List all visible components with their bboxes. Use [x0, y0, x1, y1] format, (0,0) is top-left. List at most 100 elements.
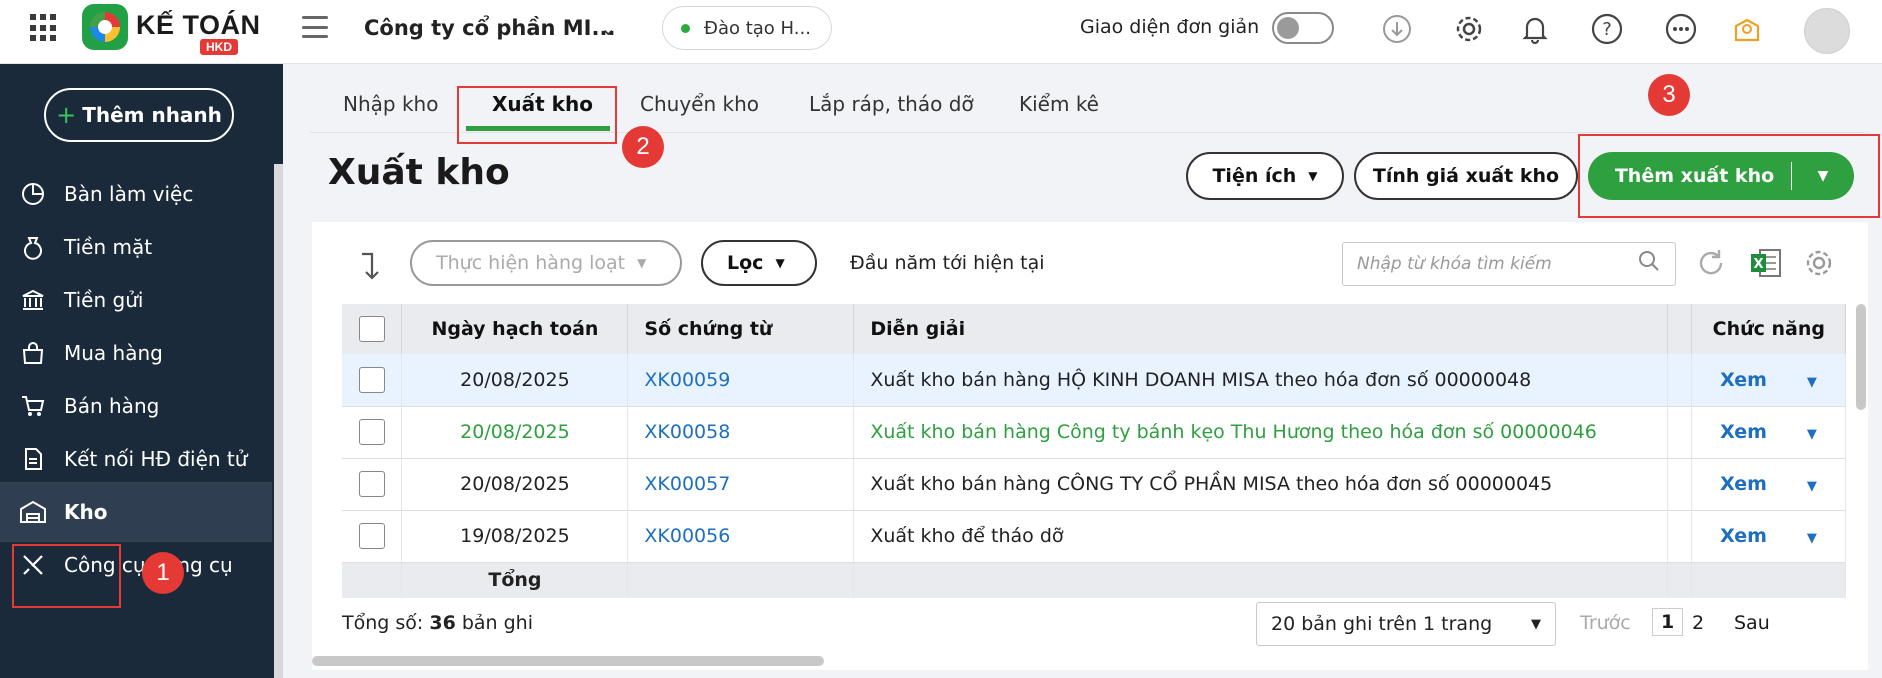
filter-dropdown[interactable]: Lọc ▼ — [701, 240, 817, 286]
dashboard-icon — [18, 179, 48, 209]
more-icon[interactable] — [1664, 12, 1698, 46]
utilities-label: Tiện ích — [1212, 165, 1297, 187]
tab-inventory-count[interactable]: Kiểm kê — [1019, 92, 1099, 116]
sidebar-scrollbar[interactable] — [274, 164, 283, 678]
view-button[interactable]: Xem — [1720, 421, 1767, 443]
row-checkbox[interactable] — [358, 419, 385, 445]
caret-down-icon: ▼ — [775, 256, 785, 270]
cell-doc-link[interactable]: XK00058 — [627, 406, 855, 459]
tab-transfer[interactable]: Chuyển kho — [640, 92, 759, 116]
invoice-icon — [18, 444, 48, 474]
cell-spacer — [1667, 354, 1692, 407]
sidebar-item-dashboard[interactable]: Bàn làm việc — [0, 164, 272, 224]
sidebar-item-sales[interactable]: Bán hàng — [0, 376, 272, 436]
chevron-down-icon[interactable]: ⌄ — [600, 16, 617, 40]
settings-icon[interactable] — [1802, 246, 1836, 287]
view-button[interactable]: Xem — [1720, 369, 1767, 391]
vertical-scrollbar[interactable] — [1856, 304, 1866, 410]
cell-doc-link[interactable]: XK00056 — [627, 510, 855, 563]
bell-icon[interactable] — [1518, 12, 1552, 46]
refresh-icon[interactable] — [1694, 246, 1728, 287]
environment-selector[interactable]: Đào tạo H... — [662, 6, 832, 50]
page-title: Xuất kho — [328, 152, 510, 193]
table-row[interactable]: 20/08/2025 XK00059 Xuất kho bán hàng HỘ … — [342, 354, 1847, 407]
caret-down-icon[interactable]: ▼ — [1807, 375, 1817, 390]
utilities-button[interactable]: Tiện ích ▼ — [1186, 152, 1344, 200]
total-empty-cell — [342, 562, 403, 598]
total-empty-cell — [1667, 562, 1692, 598]
page-2-button[interactable]: 2 — [1692, 612, 1704, 634]
cell-doc-link[interactable]: XK00059 — [627, 354, 855, 407]
lightbulb-icon[interactable] — [1730, 12, 1764, 46]
brand-logo — [82, 4, 128, 50]
page-size-select[interactable]: 20 bản ghi trên 1 trang ▼ — [1256, 602, 1556, 646]
bulk-action-dropdown[interactable]: Thực hiện hàng loạt ▼ — [410, 240, 682, 286]
search-box[interactable]: Nhập từ khóa tìm kiếm — [1342, 242, 1676, 286]
sidebar-item-label: Kết nối HĐ điện tử — [64, 447, 248, 471]
prev-page-button[interactable]: Trước — [1580, 612, 1631, 634]
sidebar-item-cash[interactable]: Tiền mặt — [0, 217, 272, 277]
sidebar-item-label: Tiền mặt — [64, 235, 153, 259]
calc-price-button[interactable]: Tính giá xuất kho — [1354, 152, 1578, 200]
column-header-date[interactable]: Ngày hạch toán — [401, 304, 629, 354]
column-header-function: Chức năng — [1691, 304, 1847, 354]
column-header-doc-no[interactable]: Số chứng từ — [627, 304, 855, 354]
simple-ui-toggle[interactable] — [1272, 12, 1334, 44]
app-grid-icon[interactable] — [30, 14, 58, 42]
tab-stock-in[interactable]: Nhập kho — [343, 92, 438, 116]
cell-actions: Xem ▼ — [1691, 458, 1847, 511]
column-header-description[interactable]: Diễn giải — [853, 304, 1668, 354]
avatar[interactable] — [1804, 8, 1850, 54]
caret-down-icon[interactable]: ▼ — [1807, 427, 1817, 442]
caret-down-icon[interactable]: ▼ — [1807, 479, 1817, 494]
cell-doc-link[interactable]: XK00057 — [627, 458, 855, 511]
shopping-bag-icon — [18, 338, 48, 368]
money-bag-icon — [18, 232, 48, 262]
record-count-prefix: Tổng số: — [342, 612, 430, 634]
annotation-badge-3: 3 — [1648, 74, 1690, 116]
table-row[interactable]: 19/08/2025 XK00056 Xuất kho để tháo dỡ X… — [342, 510, 1847, 563]
page-1-button[interactable]: 1 — [1652, 608, 1684, 636]
total-row: Tổng — [342, 562, 1847, 598]
annotation-box-1 — [12, 544, 121, 608]
select-all-checkbox[interactable] — [358, 316, 385, 342]
row-checkbox-cell — [342, 354, 403, 407]
excel-icon[interactable]: X — [1748, 246, 1784, 287]
help-icon[interactable]: ? — [1590, 12, 1624, 46]
svg-text:?: ? — [1602, 19, 1612, 40]
top-bar: KẾ TOÁN HKD Công ty cổ phần MI... ⌄ Đào … — [0, 0, 1882, 64]
menu-icon[interactable] — [302, 16, 328, 38]
table-row[interactable]: 20/08/2025 XK00058 Xuất kho bán hàng Côn… — [342, 406, 1847, 459]
sidebar-item-deposits[interactable]: Tiền gửi — [0, 270, 272, 330]
warehouse-icon — [18, 497, 48, 527]
caret-down-icon[interactable]: ▼ — [1807, 531, 1817, 546]
calc-price-label: Tính giá xuất kho — [1372, 165, 1560, 187]
search-input[interactable]: Nhập từ khóa tìm kiếm — [1357, 254, 1552, 274]
annotation-badge-1: 1 — [142, 552, 184, 594]
page-size-value: 20 bản ghi trên 1 trang — [1271, 613, 1493, 635]
quick-add-label: Thêm nhanh — [82, 103, 222, 127]
download-icon[interactable] — [1380, 12, 1414, 46]
search-icon[interactable] — [1637, 249, 1661, 279]
sidebar-item-warehouse[interactable]: Kho — [0, 482, 272, 542]
row-checkbox[interactable] — [358, 366, 385, 393]
next-page-button[interactable]: Sau — [1734, 612, 1770, 634]
view-button[interactable]: Xem — [1720, 525, 1767, 547]
date-range-label[interactable]: Đầu năm tới hiện tại — [850, 252, 1045, 274]
record-count-value: 36 — [429, 612, 456, 634]
horizontal-scrollbar[interactable] — [312, 656, 824, 666]
environment-label: Đào tạo H... — [704, 17, 811, 39]
cell-description: Xuất kho bán hàng CÔNG TY CỔ PHẦN MISA t… — [853, 458, 1668, 511]
quick-add-button[interactable]: + Thêm nhanh — [44, 88, 234, 142]
sidebar-item-purchasing[interactable]: Mua hàng — [0, 323, 272, 383]
company-selector[interactable]: Công ty cổ phần MI... — [364, 16, 615, 40]
collapse-arrow-icon[interactable] — [358, 250, 388, 291]
row-checkbox[interactable] — [358, 471, 385, 497]
table-row[interactable]: 20/08/2025 XK00057 Xuất kho bán hàng CÔN… — [342, 458, 1847, 511]
tab-assembly[interactable]: Lắp ráp, tháo dỡ — [809, 92, 974, 116]
view-button[interactable]: Xem — [1720, 473, 1767, 495]
gear-icon[interactable] — [1452, 12, 1486, 46]
annotation-box-2 — [457, 86, 617, 144]
sidebar-item-e-invoice[interactable]: Kết nối HĐ điện tử — [0, 429, 272, 489]
row-checkbox[interactable] — [358, 523, 385, 549]
